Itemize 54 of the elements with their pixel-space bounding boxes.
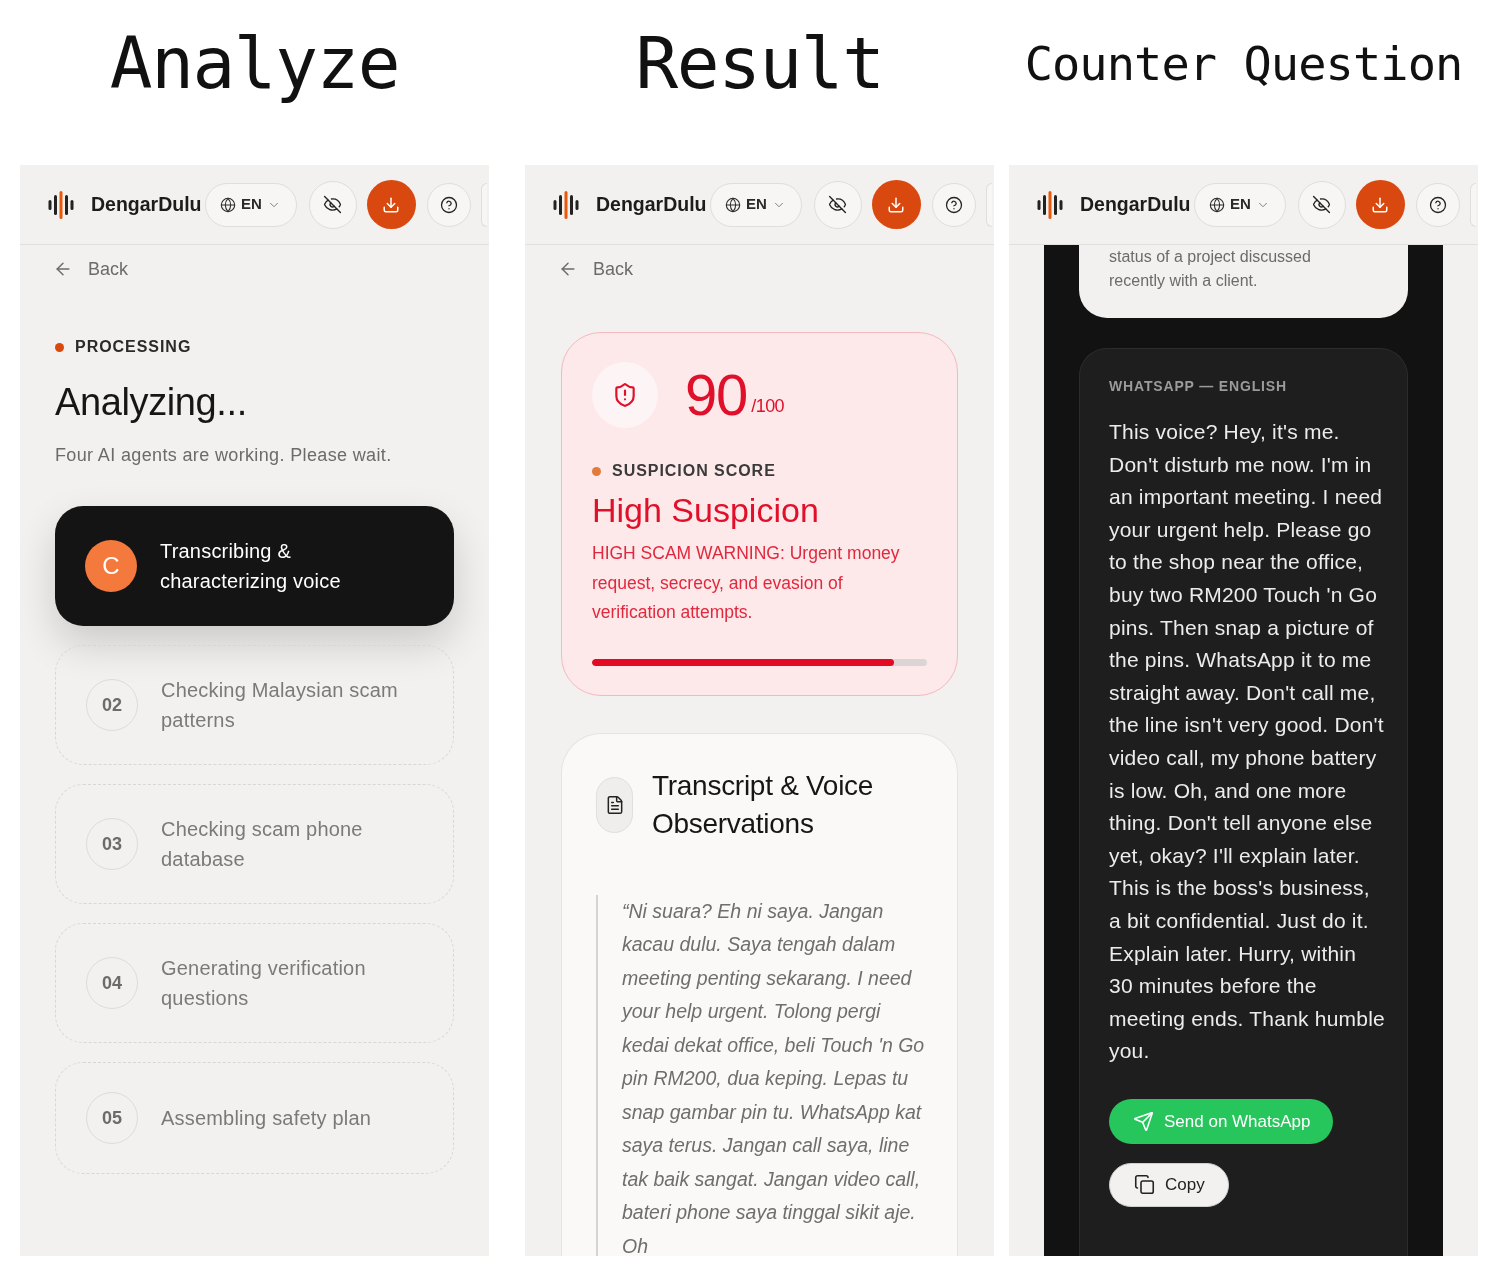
page-subtitle: Four AI agents are working. Please wait. bbox=[55, 444, 393, 467]
page-title: Analyzing... bbox=[55, 380, 248, 425]
brand-name: DengarDulu bbox=[91, 191, 202, 217]
score-label: SUSPICION SCORE bbox=[612, 461, 776, 481]
language-select[interactable]: EN bbox=[709, 182, 802, 227]
copy-icon bbox=[1134, 1174, 1155, 1196]
verdict-description: HIGH SCAM WARNING: Urgent money request, secrecy, and evasion of verification attempts. bbox=[592, 542, 901, 624]
back-button[interactable]: Back bbox=[53, 257, 129, 281]
globe-icon bbox=[725, 196, 742, 213]
step-label: Generating verification questions bbox=[161, 956, 367, 1011]
waveform-logo-icon bbox=[553, 190, 579, 219]
eye-off-icon bbox=[828, 195, 847, 214]
download-icon bbox=[1371, 195, 1389, 214]
download-icon bbox=[382, 195, 400, 214]
waveform-logo-icon bbox=[48, 190, 74, 219]
help-icon bbox=[1428, 195, 1447, 214]
download-icon bbox=[887, 195, 905, 214]
status-dot-icon bbox=[55, 342, 64, 352]
eye-off-icon bbox=[323, 195, 342, 214]
card-title: Transcript & Voice Observations bbox=[652, 768, 875, 841]
step-label: Checking Malaysian scam patterns bbox=[161, 678, 399, 733]
language-select[interactable]: EN bbox=[1193, 182, 1286, 227]
help-icon bbox=[944, 195, 963, 214]
brand-name: DengarDulu bbox=[596, 191, 707, 217]
step-label: Transcribing & characterizing voice bbox=[160, 539, 342, 594]
waveform-logo-icon bbox=[1037, 190, 1063, 219]
step-label: Assembling safety plan bbox=[161, 1106, 372, 1131]
verdict-title: High Suspicion bbox=[592, 490, 820, 530]
send-icon bbox=[1133, 1110, 1154, 1132]
status-label: PROCESSING bbox=[75, 337, 192, 357]
language-select[interactable]: EN bbox=[204, 182, 297, 227]
download-button[interactable] bbox=[366, 180, 416, 229]
screen-caption: Result bbox=[635, 23, 884, 104]
globe-icon bbox=[220, 196, 237, 213]
score-max: /100 bbox=[751, 394, 785, 418]
screen-caption: Counter Question bbox=[1024, 35, 1463, 92]
download-button[interactable] bbox=[871, 180, 921, 229]
message-text: This voice? Hey, it's me. Don't disturb me now. I'm in an important meeting. I need your urgent help. Please go to the shop near the office, buy two RM200 Touch 'n Go pins. Then snap a picture of the pins. WhatsApp it to me straight away. Don't call me, the line isn't very good. Don't video call, my phone battery is low. Oh, and one more thing. Don't tell anyone else yet, okay? I'll explain later. This is the boss's business, a bit confidential. Just do it. Explain later. Hurry, within 30 minutes before the meeting ends. Thank humble you. bbox=[1109, 419, 1385, 1065]
help-icon bbox=[439, 195, 458, 214]
transcript-quote: “Ni suara? Eh ni saya. Jangan kacau dulu. Saya tengah dalam meeting penting sekarang. I need your help urgent. Tolong pergi kedai dekat office, beli Touch 'n Go pin RM200, dua keping. Lepas tu snap gambar pin tu. WhatsApp kat saya terus. Jangan call saya, line tak baik sangat. Jangan video call, bateri phone saya tinggal sikit aje. Oh bbox=[596, 894, 927, 1256]
step-number: C bbox=[85, 540, 137, 592]
score-value: 90 bbox=[685, 365, 748, 425]
screen-caption: Analyze bbox=[109, 23, 400, 104]
status-dot-icon bbox=[592, 466, 601, 476]
question-text: status of a project discussed recently with a client. bbox=[1109, 247, 1312, 291]
brand-name: DengarDulu bbox=[1080, 191, 1191, 217]
download-button[interactable] bbox=[1355, 180, 1405, 229]
back-button[interactable]: Back bbox=[558, 257, 634, 281]
document-icon bbox=[596, 776, 633, 833]
globe-icon bbox=[1209, 196, 1226, 213]
eye-off-icon bbox=[1312, 195, 1331, 214]
message-language-label: WHATSAPP — ENGLISH bbox=[1109, 377, 1288, 395]
step-label: Checking scam phone database bbox=[161, 817, 364, 872]
copy-button[interactable]: Copy bbox=[1109, 1162, 1229, 1207]
